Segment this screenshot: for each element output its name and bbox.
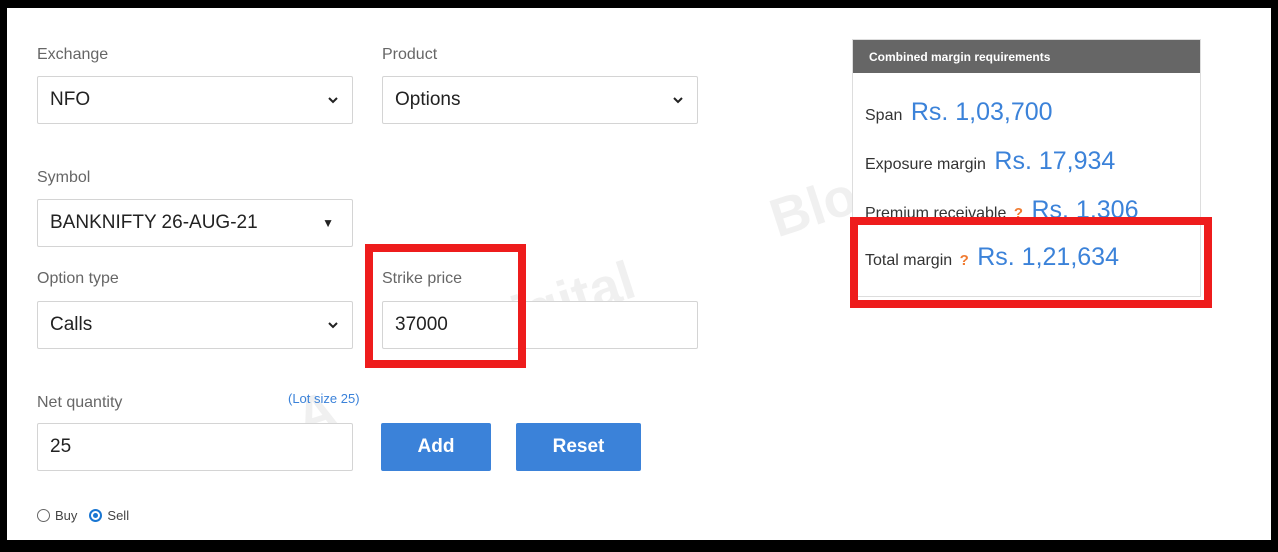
buy-label: Buy <box>55 508 78 523</box>
sell-label: Sell <box>107 508 130 523</box>
chevron-down-icon <box>673 97 683 104</box>
net-quantity-label: Net quantity <box>37 394 123 411</box>
span-label: Span <box>865 107 903 124</box>
lot-size-hint: (Lot size 25) <box>288 391 360 406</box>
net-quantity-input[interactable]: 25 <box>37 423 353 471</box>
net-quantity-value: 25 <box>50 436 72 457</box>
exchange-label: Exchange <box>37 46 109 63</box>
exposure-row: Exposure margin Rs. 17,934 <box>865 147 1115 176</box>
total-margin-highlight <box>850 217 1212 308</box>
option-type-select[interactable]: Calls <box>37 301 353 349</box>
margin-calculator: Blogger Digital A Exchange NFO Product O… <box>7 8 1271 540</box>
exchange-value: NFO <box>50 89 91 110</box>
buy-radio[interactable] <box>37 509 50 522</box>
option-type-label: Option type <box>37 270 119 287</box>
add-button[interactable]: Add <box>381 423 491 471</box>
reset-button[interactable]: Reset <box>516 423 641 471</box>
symbol-select[interactable]: BANKNIFTY 26-AUG-21 ▼ <box>37 199 353 247</box>
span-amount: Rs. 1,03,700 <box>910 98 1053 126</box>
caret-down-icon: ▼ <box>322 216 334 230</box>
sell-radio[interactable] <box>89 509 103 522</box>
exposure-label: Exposure margin <box>865 156 986 173</box>
side-radio-group: Buy Sell <box>37 508 129 523</box>
product-label: Product <box>382 46 438 63</box>
symbol-value: BANKNIFTY 26-AUG-21 <box>50 212 258 233</box>
margin-panel-title: Combined margin requirements <box>853 40 1200 73</box>
chevron-down-icon <box>328 97 338 104</box>
chevron-down-icon <box>328 322 338 329</box>
span-row: Span Rs. 1,03,700 <box>865 98 1053 127</box>
product-select[interactable]: Options <box>382 76 698 124</box>
exchange-select[interactable]: NFO <box>37 76 353 124</box>
product-value: Options <box>395 89 461 110</box>
strike-price-highlight <box>365 244 526 368</box>
exposure-amount: Rs. 17,934 <box>994 147 1116 175</box>
symbol-label: Symbol <box>37 169 91 186</box>
option-type-value: Calls <box>50 314 93 335</box>
